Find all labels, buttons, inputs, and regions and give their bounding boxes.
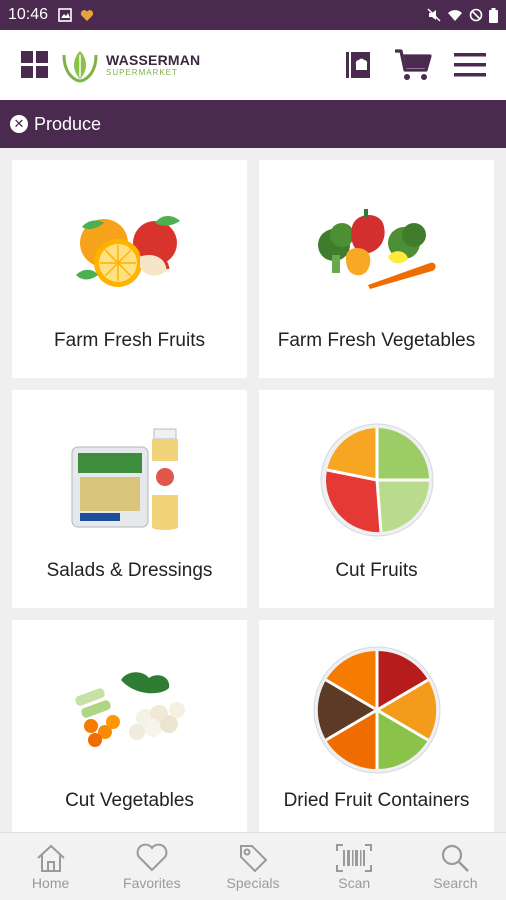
nav-favorites-label: Favorites xyxy=(123,874,181,891)
category-grid: Farm Fresh Fruits Farm Fresh Vegetables xyxy=(12,160,494,838)
hamburger-menu-icon[interactable] xyxy=(454,52,486,78)
nav-scan-label: Scan xyxy=(338,874,371,891)
nav-specials[interactable]: Specials xyxy=(202,833,303,900)
category-label: Dried Fruit Containers xyxy=(283,790,470,811)
category-label: Cut Vegetables xyxy=(65,790,194,811)
category-card-farm-fresh-fruits[interactable]: Farm Fresh Fruits xyxy=(12,160,247,378)
dnd-icon xyxy=(469,8,483,22)
nav-search-label: Search xyxy=(433,874,478,891)
cart-icon[interactable] xyxy=(394,48,432,82)
cut-vegetables-image xyxy=(55,650,205,770)
logo-subtitle: SUPERMARKET xyxy=(106,68,178,77)
category-label: Farm Fresh Vegetables xyxy=(277,330,476,351)
mute-icon xyxy=(427,8,441,22)
category-card-cut-vegetables[interactable]: Cut Vegetables xyxy=(12,620,247,838)
nav-scan[interactable]: Scan xyxy=(304,833,405,900)
leaf-logo-icon xyxy=(62,51,98,83)
nav-home[interactable]: Home xyxy=(0,833,101,900)
heart-status-icon xyxy=(80,9,94,21)
wifi-icon xyxy=(448,10,462,21)
nav-home-label: Home xyxy=(31,874,70,891)
breadcrumb-label: Produce xyxy=(34,113,102,134)
category-label: Cut Fruits xyxy=(335,560,418,581)
bottom-navigation: Home Favorites Specials Scan Search xyxy=(0,832,506,900)
close-icon[interactable]: ✕ xyxy=(10,115,28,133)
status-time: 10:46 xyxy=(8,6,49,23)
category-breadcrumb: ✕ Produce xyxy=(0,100,506,148)
nav-specials-label: Specials xyxy=(226,874,280,891)
heart-icon xyxy=(136,843,168,871)
tag-icon xyxy=(240,844,268,872)
nav-search[interactable]: Search xyxy=(405,833,506,900)
dried-fruit-image xyxy=(302,646,452,774)
category-label: Farm Fresh Fruits xyxy=(54,330,205,351)
barcode-icon xyxy=(336,843,373,872)
category-label: Salads & Dressings xyxy=(46,560,213,581)
grid-menu-icon[interactable] xyxy=(20,50,50,80)
logo-name: WASSERMAN xyxy=(106,52,201,68)
nav-favorites[interactable]: Favorites xyxy=(101,833,202,900)
app-header: WASSERMAN SUPERMARKET xyxy=(0,30,506,100)
recipe-book-icon[interactable] xyxy=(344,50,372,80)
gallery-icon xyxy=(58,8,72,22)
cut-fruits-image xyxy=(302,420,452,540)
category-card-farm-fresh-vegetables[interactable]: Farm Fresh Vegetables xyxy=(259,160,494,378)
category-card-dried-fruit-containers[interactable]: Dried Fruit Containers xyxy=(259,620,494,838)
battery-icon xyxy=(489,7,498,23)
logo[interactable]: WASSERMAN SUPERMARKET xyxy=(60,47,200,83)
vegetables-image xyxy=(302,190,452,310)
home-icon xyxy=(36,844,65,872)
category-card-cut-fruits[interactable]: Cut Fruits xyxy=(259,390,494,608)
salads-dressings-image xyxy=(55,420,205,540)
fruits-image xyxy=(55,190,205,310)
category-card-salads-dressings[interactable]: Salads & Dressings xyxy=(12,390,247,608)
status-bar: 10:46 xyxy=(0,0,506,30)
search-icon xyxy=(442,844,470,872)
